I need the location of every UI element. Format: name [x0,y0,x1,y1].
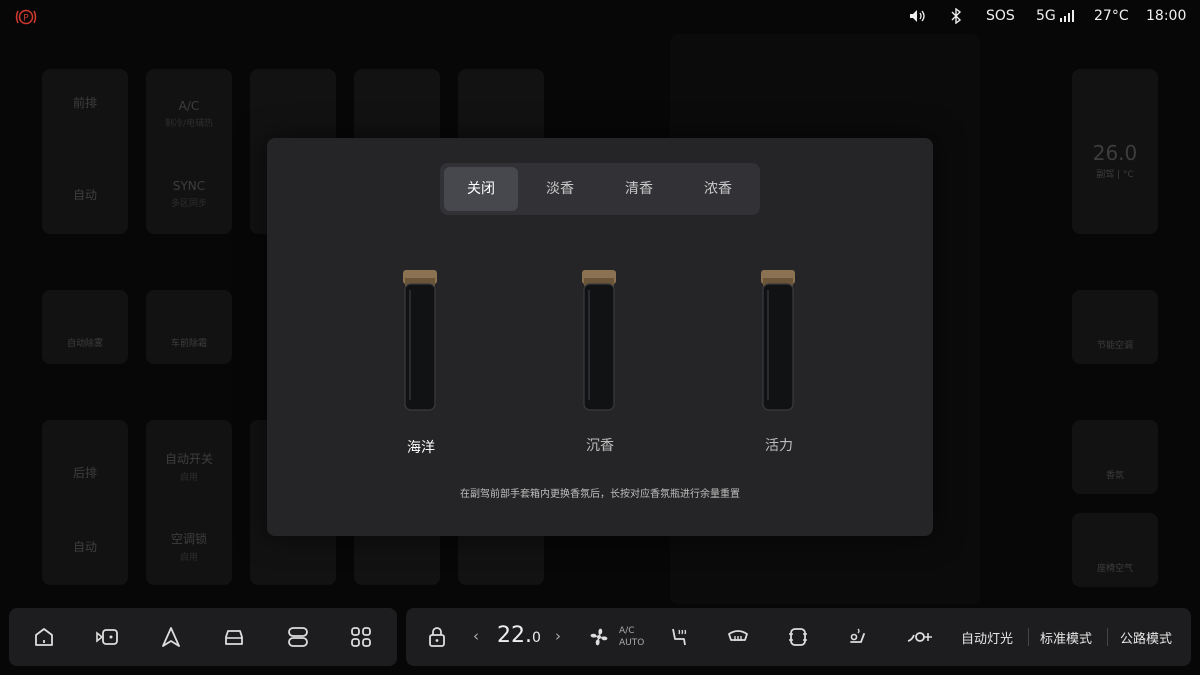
front-defrost-tile: 车前除霜 [146,290,232,364]
fragrance-tile: 香氛 [1072,420,1158,494]
signal-icon [1059,10,1075,23]
tab-off[interactable]: 关闭 [444,167,518,211]
fragrance-label: 香氛 [1105,471,1124,481]
temp-decimal: 0 [532,630,541,646]
driver-temperature[interactable]: 22.0 [497,623,541,648]
standard-mode-button[interactable]: 标准模式 [1040,628,1092,647]
passenger-temp-tile: 26.0 副驾 | °C [1072,69,1158,234]
auto-switch-label: 自动开关 [164,452,213,466]
ac-lock-sub: 启用 [179,553,198,563]
steering-heat-icon[interactable] [906,625,934,649]
passenger-temp-unit: 副驾 | °C [1096,170,1134,180]
svg-text:P: P [23,14,29,24]
dock-navigation [9,608,397,666]
bottle-label-ocean: 海洋 [407,440,435,456]
front-power-label: 前排 [72,96,97,110]
home-icon[interactable] [32,625,56,649]
fragrance-bottle-agarwood[interactable] [580,266,620,416]
rear-defrost-icon[interactable] [786,625,810,649]
auto-defog-tile: 自动除雾 [42,290,128,364]
ac-lock-label: 空调锁 [170,532,207,546]
passenger-temp-value: 26.0 [1092,141,1138,165]
car-icon[interactable] [222,625,246,649]
ac-mini-label: A/C [619,626,635,636]
media-icon[interactable] [95,625,119,649]
dock-climate: ‹ 22.0 › A/C AUTO 自动灯光 标准模式 公路模式 [406,608,1191,666]
network-label: 5G [1036,8,1056,24]
tab-light[interactable]: 淡香 [523,167,597,211]
eco-tile: 节能空调 [1072,290,1158,364]
tab-fresh[interactable]: 清香 [602,167,676,211]
bottle-label-vitality: 活力 [765,438,793,454]
ac-sub: 制冷/电辅热 [164,119,214,129]
seat-ventilation-icon[interactable] [667,625,691,649]
auto-switch-sub: 启用 [179,473,198,483]
seat-cleaner-tile: 座椅空气 [1072,513,1158,587]
auto-defog-label: 自动除雾 [66,339,103,349]
sos-label[interactable]: SOS [986,8,1015,24]
rear-power-label: 后排 [72,466,97,480]
seat-heating-icon[interactable] [846,625,870,649]
sync-sub: 多区同步 [170,199,207,209]
front-defrost-label: 车前除霜 [170,339,207,349]
temp-integer: 22. [497,623,532,648]
intensity-selector: 关闭 淡香 清香 浓香 [440,163,760,215]
volume-icon[interactable] [909,9,927,23]
auto-switch-tile: 自动开关 启用 空调锁 启用 [146,420,232,585]
rear-auto-label: 自动 [72,540,97,554]
front-auto-label: 自动 [72,188,97,202]
front-row-tile: 前排 自动 [42,69,128,234]
seat-cleaner-label: 座椅空气 [1096,564,1133,574]
rear-row-tile: 后排 自动 [42,420,128,585]
road-mode-button[interactable]: 公路模式 [1120,628,1172,647]
ac-auto-indicator[interactable]: A/C AUTO [619,625,644,649]
status-bar: P SOS 5G 27°C 18:00 [0,0,1200,34]
lock-icon[interactable] [425,625,449,649]
refill-hint: 在副驾前部手套箱内更换香氛后，长按对应香氛瓶进行余量重置 [460,489,740,500]
fan-icon[interactable] [587,625,611,649]
bottle-label-agarwood: 沉香 [586,438,614,454]
ac-label: A/C [178,99,200,113]
outside-temperature: 27°C [1094,8,1129,24]
temp-increase-button[interactable]: › [555,627,561,645]
eco-label: 节能空调 [1096,341,1133,351]
clock: 18:00 [1146,8,1187,24]
fragrance-bottle-ocean[interactable] [401,266,441,416]
auto-lights-button[interactable]: 自动灯光 [961,628,1013,647]
controls-icon[interactable] [286,625,310,649]
ac-tile: A/C 制冷/电辅热 SYNC 多区同步 [146,69,232,234]
apps-icon[interactable] [349,625,373,649]
fragrance-dialog: 关闭 淡香 清香 浓香 海洋 沉香 活力 在副驾前部手套箱内更换香氛后，长按对应… [267,138,933,536]
tab-strong[interactable]: 浓香 [681,167,755,211]
divider [1107,628,1108,646]
divider [1028,628,1029,646]
auto-mini-label: AUTO [619,638,645,648]
front-defrost-icon[interactable] [726,625,750,649]
parking-brake-icon: P [15,8,37,26]
fragrance-bottle-vitality[interactable] [759,266,799,416]
sync-label: SYNC [172,179,206,193]
bluetooth-icon[interactable] [950,8,962,24]
temp-decrease-button[interactable]: ‹ [473,627,479,645]
navigation-icon[interactable] [159,625,183,649]
